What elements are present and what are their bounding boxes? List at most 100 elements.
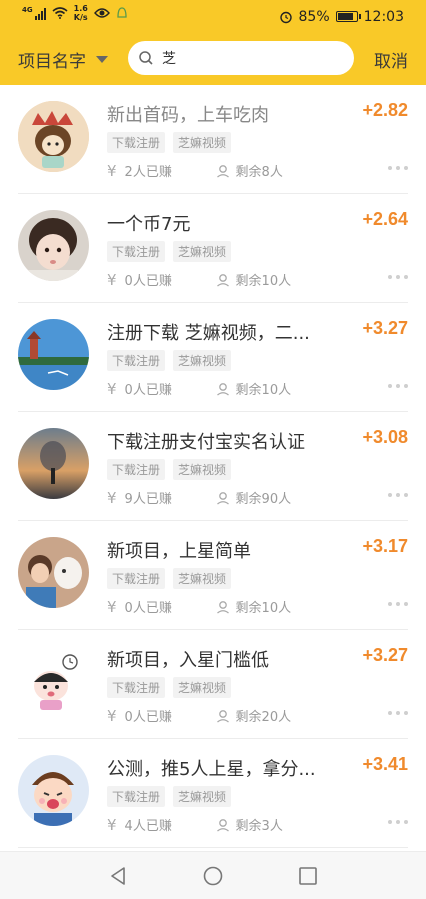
earned-count: 9人已赚 [124,492,172,507]
yen-icon: ¥ [107,597,117,616]
tag: 芝嫲视频 [173,786,232,807]
system-nav-bar [0,851,426,899]
avatar [18,755,89,826]
more-dots-icon[interactable] [388,383,408,389]
remaining-count: 剩余10人 [235,274,292,289]
item-meta: ¥ 2人已赚 剩余8人 [107,161,283,181]
list-item[interactable]: 公测，推5人上星，拿分... +3.41 下载注册 芝嫲视频 ¥ 4人已赚 剩余… [0,739,426,848]
more-dots-icon[interactable] [388,601,408,607]
person-icon [216,164,229,178]
search-icon [139,51,153,65]
back-icon[interactable] [108,866,128,886]
tag-list: 下载注册 芝嫲视频 [107,241,232,262]
tag-list: 下载注册 芝嫲视频 [107,568,232,589]
project-select-label: 项目名字 [18,52,86,72]
recents-icon[interactable] [298,866,318,886]
avatar [18,428,89,499]
yen-icon: ¥ [107,488,117,507]
more-dots-icon[interactable] [388,274,408,280]
eye-icon [93,8,110,18]
more-dots-icon[interactable] [388,492,408,498]
project-list: 新出首码，上车吃肉 +2.82 下载注册 芝嫲视频 ¥ 2人已赚 剩余8人 一个… [0,85,426,848]
clock: 12:03 [363,8,404,25]
list-item[interactable]: 新出首码，上车吃肉 +2.82 下载注册 芝嫲视频 ¥ 2人已赚 剩余8人 [0,85,426,194]
tag-list: 下载注册 芝嫲视频 [107,459,232,480]
yen-icon: ¥ [107,270,117,289]
list-item[interactable]: 新项目，上星简单 +3.17 下载注册 芝嫲视频 ¥ 0人已赚 剩余10人 [0,521,426,630]
net-speed: 1.6 K/s [74,4,88,22]
item-title: 新项目，上星简单 [107,541,251,562]
more-dots-icon[interactable] [388,819,408,825]
avatar [18,101,89,172]
item-price: +3.41 [362,754,408,774]
remaining-count: 剩余10人 [235,383,292,398]
item-meta: ¥ 4人已赚 剩余3人 [107,815,283,835]
remaining-count: 剩余10人 [235,601,292,616]
more-dots-icon[interactable] [388,165,408,171]
yen-icon: ¥ [107,815,117,834]
tag: 芝嫲视频 [173,568,232,589]
search-box[interactable] [128,41,354,75]
item-title: 一个币7元 [107,214,191,235]
tag: 下载注册 [107,241,166,262]
item-price: +3.17 [362,536,408,556]
earned-count: 4人已赚 [124,819,172,834]
tag: 下载注册 [107,459,166,480]
item-meta: ¥ 0人已赚 剩余10人 [107,597,292,617]
remaining-count: 剩余8人 [235,165,283,180]
remaining-count: 剩余20人 [235,710,292,725]
tag-list: 下载注册 芝嫲视频 [107,350,232,371]
tag-list: 下载注册 芝嫲视频 [107,132,232,153]
wifi-icon [52,7,68,19]
tag: 下载注册 [107,350,166,371]
remaining-count: 剩余90人 [235,492,292,507]
status-right: 85% 12:03 [279,0,404,33]
person-icon [216,382,229,396]
project-select[interactable]: 项目名字 [18,47,108,72]
tag-list: 下载注册 芝嫲视频 [107,677,232,698]
list-item[interactable]: 下载注册支付宝实名认证 +3.08 下载注册 芝嫲视频 ¥ 9人已赚 剩余90人 [0,412,426,521]
person-icon [216,818,229,832]
tag: 芝嫲视频 [173,241,232,262]
item-meta: ¥ 9人已赚 剩余90人 [107,488,292,508]
remaining-count: 剩余3人 [235,819,283,834]
item-price: +3.27 [362,318,408,338]
item-price: +3.08 [362,427,408,447]
tag: 下载注册 [107,132,166,153]
earned-count: 0人已赚 [124,710,172,725]
tag: 下载注册 [107,677,166,698]
avatar [18,646,89,717]
tag: 芝嫲视频 [173,350,232,371]
status-bar: 4G 1.6 K/s 85% 12:03 [0,0,426,33]
notification-icon [117,7,127,18]
tag: 芝嫲视频 [173,677,232,698]
tag: 下载注册 [107,568,166,589]
list-item[interactable]: 注册下载 芝嫲视频，二... +3.27 下载注册 芝嫲视频 ¥ 0人已赚 剩余… [0,303,426,412]
list-item[interactable]: 新项目，入星门槛低 +3.27 下载注册 芝嫲视频 ¥ 0人已赚 剩余20人 [0,630,426,739]
alarm-icon [279,11,292,23]
tag: 下载注册 [107,786,166,807]
signal-label: 4G [22,6,33,14]
tag: 芝嫲视频 [173,132,232,153]
avatar [18,537,89,608]
list-item[interactable]: 一个币7元 +2.64 下载注册 芝嫲视频 ¥ 0人已赚 剩余10人 [0,194,426,303]
avatar [18,210,89,281]
person-icon [216,600,229,614]
status-left: 4G 1.6 K/s [22,4,128,22]
yen-icon: ¥ [107,161,117,180]
tag-list: 下载注册 芝嫲视频 [107,786,232,807]
cancel-button[interactable]: 取消 [374,47,408,72]
item-title: 下载注册支付宝实名认证 [107,432,305,453]
home-icon[interactable] [203,866,223,886]
item-price: +2.64 [362,209,408,229]
net-speed-unit: K/s [73,13,88,22]
more-dots-icon[interactable] [388,710,408,716]
search-input[interactable] [162,50,332,66]
earned-count: 2人已赚 [124,165,172,180]
person-icon [216,491,229,505]
item-meta: ¥ 0人已赚 剩余20人 [107,706,292,726]
signal-icon: 4G [22,6,46,20]
item-title: 注册下载 芝嫲视频，二... [107,323,310,344]
item-meta: ¥ 0人已赚 剩余10人 [107,379,292,399]
search-header: 项目名字 取消 [0,33,426,85]
